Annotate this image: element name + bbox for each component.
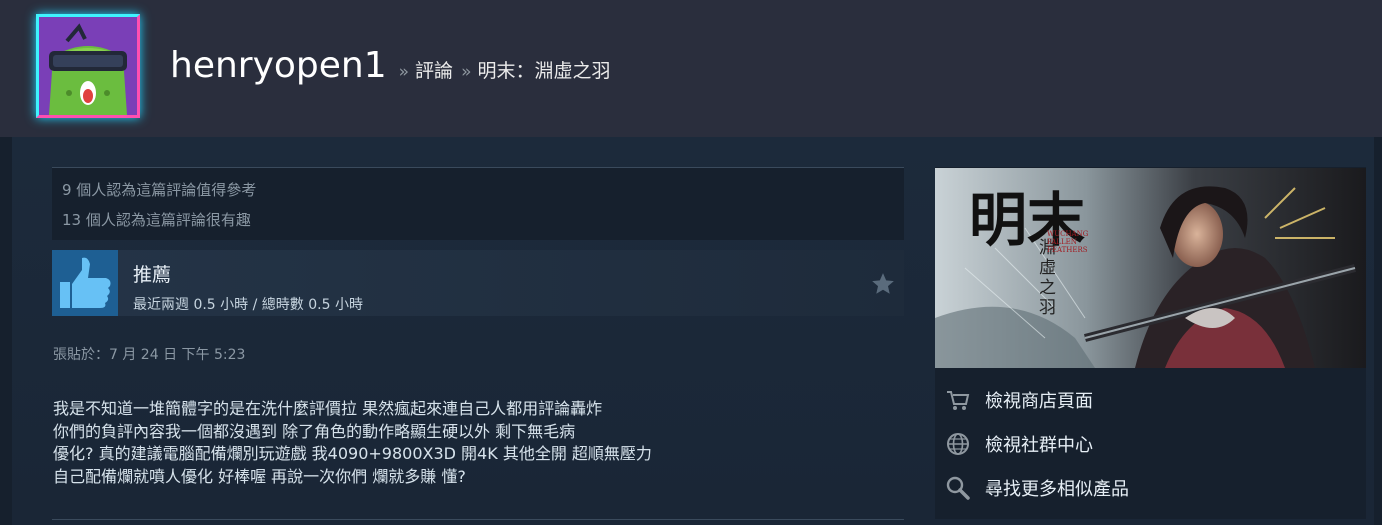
review-line: 你們的負評內容我一個都沒遇到 除了角色的動作略顯生硬以外 剩下無毛病 xyxy=(53,421,576,441)
magnifier-icon xyxy=(946,476,970,500)
review-ratings-box: 9 個人認為這篇評論值得參考 13 個人認為這篇評論很有趣 xyxy=(52,167,904,240)
community-hub-label: 檢視社群中心 xyxy=(985,435,1093,456)
alien-avatar-icon xyxy=(39,17,137,115)
community-hub-link[interactable]: 檢視社群中心 xyxy=(945,429,1093,459)
store-page-link[interactable]: 檢視商店頁面 xyxy=(945,385,1093,415)
breadcrumb-game-link[interactable]: 明末：淵虛之羽 xyxy=(477,56,610,83)
store-page-label: 檢視商店頁面 xyxy=(985,391,1093,412)
capsule-english-title: WUCHANG FALLEN FEATHERS xyxy=(1047,230,1089,254)
similar-products-label: 尋找更多相似產品 xyxy=(985,479,1129,500)
similar-products-link[interactable]: 尋找更多相似產品 xyxy=(945,473,1129,503)
review-line: 優化? 真的建議電腦配備爛別玩遊戲 我4090+9800X3D 開4K 其他全開… xyxy=(53,444,652,463)
username-link[interactable]: henryopen1 xyxy=(170,45,387,86)
breadcrumb-reviews-link[interactable]: 評論 xyxy=(415,56,453,83)
helpful-count: 9 個人認為這篇評論值得參考 xyxy=(62,181,257,199)
review-line: 自己配備爛就噴人優化 好棒喔 再說一次你們 爛就多賺 懂? xyxy=(53,466,466,486)
star-icon[interactable] xyxy=(870,271,896,297)
posted-date: 張貼於：7 月 24 日 下午 5:23 xyxy=(53,347,246,363)
avatar[interactable] xyxy=(36,14,140,118)
recommendation-title: 推薦 xyxy=(133,264,172,286)
breadcrumb-separator: » xyxy=(461,62,472,82)
game-capsule-image[interactable]: 明末 淵虛之羽 WUCHANG FALLEN FEATHERS xyxy=(935,168,1366,368)
page-gutter-right xyxy=(1374,137,1382,525)
breadcrumb-separator: » xyxy=(398,62,410,82)
divider xyxy=(52,519,904,520)
recommendation-box: 推薦 最近兩週 0.5 小時 / 總時數 0.5 小時 xyxy=(52,250,904,316)
review-body: 我是不知道一堆簡體字的是在洗什麼評價拉 果然瘋起來連自己人都用評論轟炸 你們的負… xyxy=(53,398,893,488)
breadcrumb: henryopen1 » 評論 » 明末：淵虛之羽 xyxy=(170,45,610,89)
thumbs-up-icon xyxy=(52,250,118,316)
globe-icon xyxy=(947,433,969,455)
cart-icon xyxy=(947,391,970,410)
funny-count: 13 個人認為這篇評論很有趣 xyxy=(62,211,251,229)
playtime-hours: 最近兩週 0.5 小時 / 總時數 0.5 小時 xyxy=(133,297,363,313)
review-line: 我是不知道一堆簡體字的是在洗什麼評價拉 果然瘋起來連自己人都用評論轟炸 xyxy=(53,399,603,418)
page-gutter-left xyxy=(0,137,12,525)
